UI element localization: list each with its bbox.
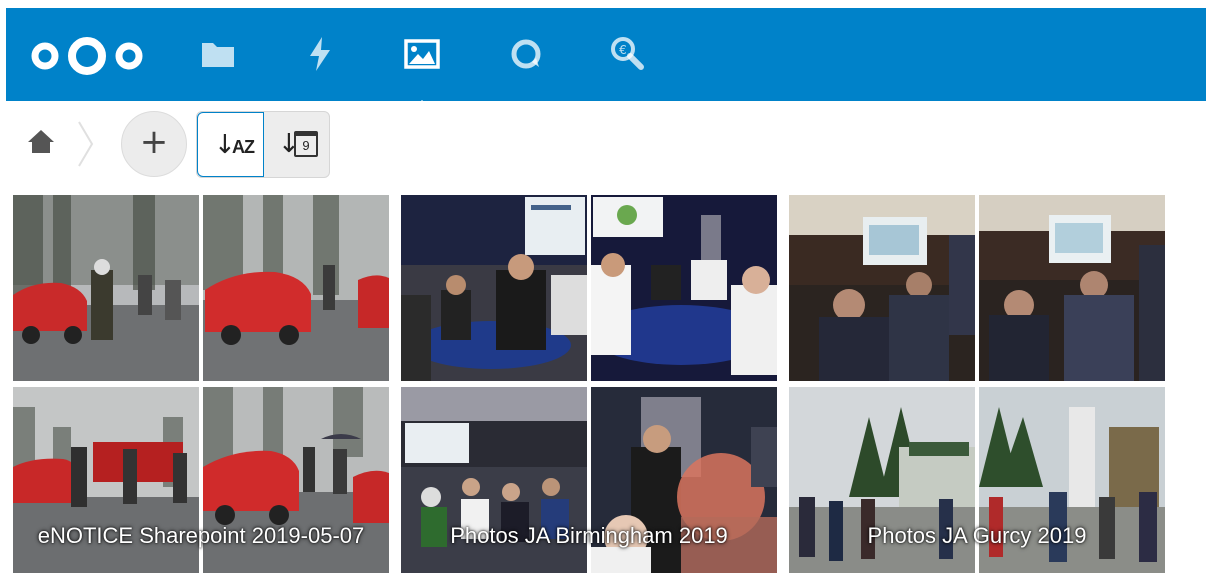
album-ja-birmingham[interactable]: Photos JA Birmingham 2019 [401,195,777,573]
album-title: Photos JA Birmingham 2019 [450,523,728,548]
album-title: Photos JA Gurcy 2019 [867,523,1087,548]
sort-controls: ↓ AZ ↓ 9 [196,111,330,178]
album-thumbnail [13,195,199,381]
folder-icon [202,43,234,67]
chat-bubble-icon [511,39,541,69]
sort-by-date-button[interactable]: ↓ 9 [264,112,329,177]
album-enotice-sharepoint[interactable]: eNOTICE Sharepoint 2019-05-07 [13,195,389,573]
nextcloud-logo[interactable] [28,36,146,76]
app-activity[interactable] [300,34,340,74]
app-files[interactable] [198,34,238,74]
album-thumbnail [591,195,777,381]
album-thumbnail [401,195,587,381]
breadcrumb-separator-icon [78,121,94,167]
add-button[interactable]: + [121,111,187,177]
home-icon[interactable] [27,128,55,154]
lightning-icon [310,37,330,71]
album-title: eNOTICE Sharepoint 2019-05-07 [37,523,365,548]
app-gallery[interactable] [402,34,442,113]
svg-text:€: € [619,43,627,57]
app-talk[interactable] [506,34,546,74]
top-bar: € [6,8,1206,113]
image-icon [404,39,440,69]
search-icon: € [611,37,644,70]
sort-by-name-button[interactable]: ↓ AZ [197,112,264,177]
sort-name-label: AZ [232,137,255,157]
album-thumbnail [203,195,389,381]
album-thumbnail [979,195,1165,381]
calendar-icon: 9 [294,131,318,157]
app-search[interactable]: € [608,34,648,74]
album-thumbnail [789,195,975,381]
album-ja-gurcy[interactable]: Photos JA Gurcy 2019 [789,195,1165,573]
